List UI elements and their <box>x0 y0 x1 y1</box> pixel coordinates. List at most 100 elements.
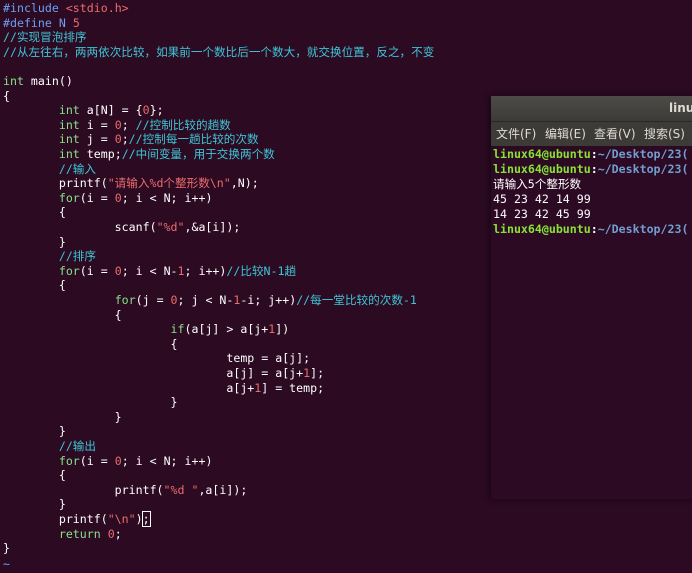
code-line[interactable]: { <box>3 308 122 323</box>
code-token: //实现冒泡排序 <box>3 30 87 45</box>
code-token: #define N <box>3 15 73 30</box>
text-cursor: ; <box>141 511 151 527</box>
code-token: //每一堂比较的次数-1 <box>296 293 417 307</box>
prompt-path: ~/Desktop/23( <box>597 222 689 236</box>
code-line[interactable]: int a[N] = {0}; <box>3 103 164 118</box>
code-token: //控制每一趟比较的次数 <box>128 132 259 147</box>
code-token: "%d" <box>156 220 185 234</box>
code-token: ; <box>121 117 136 132</box>
code-token: }; <box>149 103 164 118</box>
code-line[interactable]: #include <stdio.h> <box>3 1 129 16</box>
prompt-path: ~/Desktop/23( <box>597 147 689 161</box>
code-line[interactable]: //输入 <box>3 162 96 177</box>
code-line[interactable]: } <box>3 497 66 512</box>
code-line[interactable]: { <box>3 337 178 352</box>
code-token: ) <box>135 512 143 526</box>
menu-edit[interactable]: 编辑(E) <box>545 122 586 146</box>
code-token: for <box>114 293 136 307</box>
code-line[interactable]: for(j = 0; j < N-1-i; j++)//每一堂比较的次数-1 <box>3 293 417 308</box>
code-token: <stdio.h> <box>65 1 129 15</box>
code-line[interactable]: for(i = 0; i < N; i++) <box>3 453 213 469</box>
code-line[interactable]: //排序 <box>3 249 96 264</box>
terminal-output-line: 14 23 42 45 99 <box>493 207 591 221</box>
terminal-output[interactable]: linux64@ubuntu:~/Desktop/23(linux64@ubun… <box>493 147 692 237</box>
code-token: ; i < N; i++) <box>121 453 213 468</box>
code-line[interactable]: } <box>3 541 10 556</box>
code-line[interactable]: int main() <box>3 74 73 89</box>
code-line[interactable]: int j = 0;//控制每一趟比较的次数 <box>3 132 259 147</box>
menu-view[interactable]: 查看(V) <box>594 122 636 146</box>
terminal-prompt-line: linux64@ubuntu:~/Desktop/23( <box>493 222 692 237</box>
code-line[interactable]: { <box>3 89 10 104</box>
code-line[interactable]: } <box>3 410 122 425</box>
code-token: printf( <box>3 176 108 191</box>
code-line[interactable]: for(i = 0; i < N; i++) <box>3 190 213 206</box>
terminal-title: linu <box>669 101 692 115</box>
code-line[interactable]: } <box>3 424 66 439</box>
menu-file[interactable]: 文件(F) <box>496 122 536 146</box>
code-line[interactable]: //实现冒泡排序 <box>3 30 87 45</box>
code-line[interactable]: printf("%d ",a[i]); <box>3 483 248 498</box>
code-token: if <box>170 322 185 337</box>
code-token: int <box>3 74 24 88</box>
code-line[interactable]: int temp;//中间变量，用于交换两个数 <box>3 147 275 162</box>
code-token: 0 <box>114 453 122 468</box>
code-line[interactable]: #define N 5 <box>3 16 80 31</box>
code-line[interactable]: //输出 <box>3 439 96 454</box>
code-token: } <box>3 234 66 249</box>
code-line[interactable]: } <box>3 395 178 410</box>
code-token: 0 <box>114 117 122 132</box>
code-token: 0 <box>142 103 150 118</box>
code-line[interactable]: { <box>3 205 66 220</box>
prompt-separator: : <box>590 222 598 236</box>
terminal-titlebar[interactable]: linu <box>491 96 692 122</box>
code-line[interactable]: scanf("%d",&a[i]); <box>3 220 241 235</box>
code-line[interactable]: } <box>3 235 66 250</box>
code-token: 1 <box>177 263 185 278</box>
code-token: int <box>58 147 80 161</box>
code-line[interactable]: { <box>3 468 66 483</box>
code-token: ; i < N; i++) <box>121 190 213 205</box>
code-line[interactable]: for(i = 0; i < N-1; i++)//比较N-1趟 <box>3 264 296 279</box>
code-line[interactable]: a[j+1] = temp; <box>3 381 324 396</box>
code-line[interactable]: int i = 0; //控制比较的趟数 <box>3 118 231 133</box>
code-line[interactable]: a[j] = a[j+1]; <box>3 366 324 381</box>
prompt-separator: : <box>590 147 598 161</box>
code-token: } <box>3 395 178 410</box>
code-token: ,N); <box>230 176 259 191</box>
code-line[interactable]: //从左往右，两两依次比较，如果前一个数比后一个数大，就交换位置，反之，不变 <box>3 45 434 60</box>
code-line[interactable]: temp = a[j]; <box>3 351 310 366</box>
code-token: ; <box>114 526 122 541</box>
code-token: ; i < N- <box>121 263 178 278</box>
code-token: for <box>58 453 80 468</box>
code-token: ]; <box>310 366 325 380</box>
code-token: } <box>3 497 66 512</box>
code-token: ; <box>121 132 129 147</box>
code-line[interactable]: printf("请输入%d个整形数\n",N); <box>3 176 259 191</box>
code-token: ; j < N- <box>177 293 234 307</box>
code-token: i = <box>79 117 115 132</box>
end-of-buffer-marker: ~ <box>3 557 10 571</box>
code-token: //输入 <box>58 161 96 176</box>
code-token: { <box>3 88 10 103</box>
prompt-user: linux64@ubuntu <box>493 222 591 236</box>
code-line[interactable]: printf("\n"); <box>3 511 151 527</box>
code-line[interactable]: if(a[j] > a[j+1]) <box>3 322 290 337</box>
code-line[interactable]: { <box>3 278 66 293</box>
terminal-window[interactable]: linu 文件(F) 编辑(E) 查看(V) 搜索(S) linux64@ubu… <box>491 96 692 499</box>
prompt-user: linux64@ubuntu <box>493 147 591 161</box>
menu-search[interactable]: 搜索(S) <box>644 122 685 146</box>
prompt-user: linux64@ubuntu <box>493 162 591 176</box>
code-token: 0 <box>114 190 122 205</box>
code-line[interactable]: return 0; <box>3 527 122 542</box>
code-token: "\n" <box>107 512 136 526</box>
code-token: #include <box>3 1 66 15</box>
code-token: //从左往右，两两依次比较，如果前一个数比后一个数大，就交换位置，反之，不变 <box>3 44 435 59</box>
